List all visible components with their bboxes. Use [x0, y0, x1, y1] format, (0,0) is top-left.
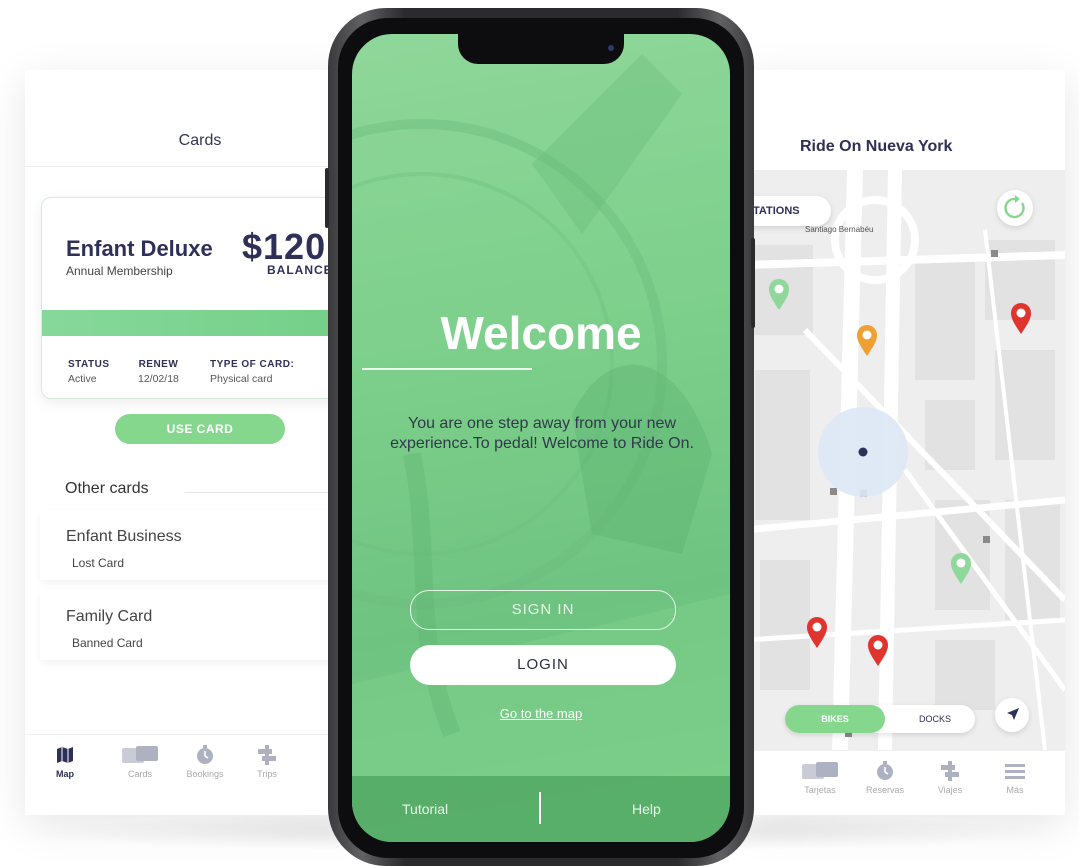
refresh-button[interactable]	[997, 190, 1033, 226]
list-item[interactable]: Family Card Banned Card	[40, 590, 360, 660]
welcome-footer: Tutorial Help	[352, 776, 730, 842]
tab-label: Cards	[127, 769, 152, 779]
landmark-label: Santiago Bernabéu	[805, 225, 874, 234]
tab-trips[interactable]: Viajes	[920, 761, 980, 795]
tab-label: Map	[56, 769, 74, 779]
other-card-status: Lost Card	[72, 556, 125, 570]
cards-screen: Cards Enfant Deluxe Annual Membership $1…	[25, 70, 363, 815]
map-pin-icon	[868, 635, 888, 666]
card-renew: RENEW 12/02/18	[138, 359, 179, 385]
toggle-bikes[interactable]: BIKES	[785, 705, 885, 733]
map-pin-icon	[769, 279, 789, 310]
station-pins	[769, 279, 1031, 666]
refresh-icon	[1004, 195, 1025, 219]
phone-side-button	[325, 168, 329, 228]
other-card-status: Banned Card	[72, 636, 143, 650]
stations-filter-button[interactable]: TATIONS	[745, 196, 831, 226]
tab-map[interactable]: Map	[35, 745, 95, 779]
trips-icon	[920, 761, 980, 781]
card-type: TYPE OF CARD: Physical card	[210, 359, 294, 385]
footer-divider	[539, 792, 541, 824]
map-view[interactable]: Santiago Bernabéu TATIONS BIKES DOCKS	[745, 170, 1065, 750]
stopwatch-icon	[855, 761, 915, 781]
other-card-name: Enfant Business	[66, 528, 182, 545]
cards-icon	[110, 745, 170, 765]
trips-icon	[237, 745, 297, 765]
go-to-map-link[interactable]: Go to the map	[352, 706, 730, 721]
map-title: Ride On Nueva York	[800, 138, 953, 155]
use-card-button[interactable]: USE CARD	[115, 414, 285, 444]
tab-label: Tarjetas	[804, 785, 836, 795]
tab-label: Reservas	[865, 785, 904, 795]
list-item[interactable]: Enfant Business Lost Card	[40, 510, 360, 580]
phone-side-button	[751, 238, 755, 328]
login-button[interactable]: LOGIN	[410, 645, 676, 685]
tab-more[interactable]: Más	[985, 761, 1045, 795]
other-cards-title: Other cards	[65, 480, 149, 497]
tab-label: Más	[1006, 785, 1024, 795]
bottom-tab-bar: Map Cards Bookings Trips	[25, 734, 355, 805]
status-value: Active	[68, 373, 97, 385]
tab-label: Trips	[257, 769, 277, 779]
renew-label: RENEW	[138, 359, 179, 370]
tab-bookings[interactable]: Reservas	[855, 761, 915, 795]
type-value: Physical card	[210, 373, 273, 385]
tab-label: Bookings	[186, 769, 224, 779]
tutorial-link[interactable]: Tutorial	[402, 801, 448, 817]
navigation-arrow-icon	[1007, 708, 1019, 720]
camera-icon	[608, 45, 614, 51]
other-card-name: Family Card	[66, 608, 153, 625]
card-balance-amount: $120	[242, 226, 327, 267]
map-screen: Ride On Nueva York Santiago Bernabéu TAT…	[745, 70, 1065, 815]
type-label: TYPE OF CARD:	[210, 359, 295, 370]
locate-button[interactable]	[995, 698, 1029, 732]
cards-header	[25, 70, 355, 167]
tab-cards[interactable]: Cards	[110, 745, 170, 779]
card-stripe	[42, 310, 362, 336]
map-pin-icon	[1011, 303, 1031, 334]
phone-notch	[458, 34, 624, 64]
renew-value: 12/02/18	[138, 373, 179, 385]
menu-icon	[985, 761, 1045, 781]
tab-trips[interactable]: Trips	[237, 745, 297, 779]
card-status: STATUS Active	[68, 359, 110, 385]
welcome-screen: Welcome You are one step away from your …	[352, 34, 730, 842]
welcome-text: You are one step away from your new expe…	[390, 415, 694, 452]
stopwatch-icon	[175, 745, 235, 765]
phone-device: Welcome You are one step away from your …	[325, 8, 755, 866]
cards-title: Cards	[178, 132, 222, 149]
card-balance-label: BALANCE	[267, 263, 333, 277]
card-subtitle: Annual Membership	[66, 264, 173, 278]
bottom-tab-bar: Tarjetas Reservas Viajes Más	[745, 750, 1065, 815]
bikes-docks-toggle[interactable]: BIKES DOCKS	[785, 705, 975, 733]
welcome-title: Welcome	[440, 307, 642, 359]
cards-icon	[790, 761, 850, 781]
help-link[interactable]: Help	[632, 801, 661, 817]
sign-in-button[interactable]: SIGN IN	[410, 590, 676, 630]
status-label: STATUS	[68, 359, 110, 370]
card-name: Enfant Deluxe	[66, 236, 213, 261]
tab-bookings[interactable]: Bookings	[175, 745, 235, 779]
toggle-docks[interactable]: DOCKS	[895, 705, 975, 733]
map-pin-icon	[807, 617, 827, 648]
map-pin-icon	[857, 325, 877, 356]
map-pin-icon	[951, 553, 971, 584]
title-underline	[362, 368, 532, 370]
membership-card[interactable]: Enfant Deluxe Annual Membership $120 BAL…	[41, 197, 363, 399]
map-icon	[35, 745, 95, 765]
tab-cards[interactable]: Tarjetas	[790, 761, 850, 795]
tab-label: Viajes	[937, 785, 963, 795]
